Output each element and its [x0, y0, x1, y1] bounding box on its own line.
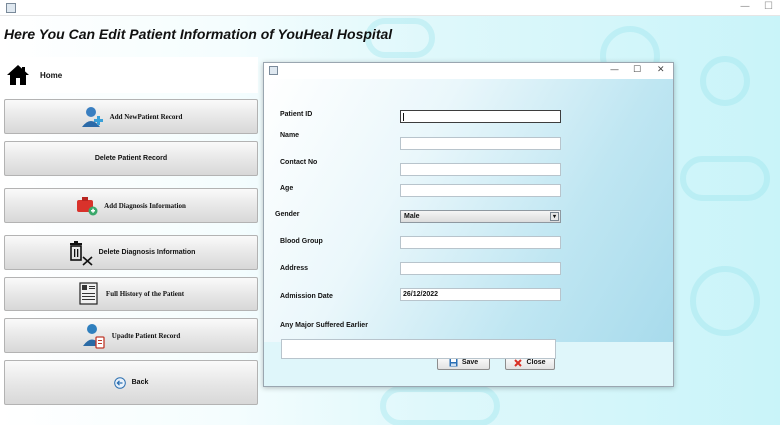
dialog-titlebar: — ☐ ✕	[264, 63, 673, 79]
back-button[interactable]: Back	[4, 360, 258, 405]
close-button-label: Close	[526, 359, 546, 366]
gender-select[interactable]: Male ▾	[400, 210, 561, 223]
admission-date-input[interactable]: 26/12/2022	[400, 288, 561, 301]
decor-shape	[680, 156, 770, 201]
java-app-icon	[6, 3, 16, 13]
delete-diagnosis-button[interactable]: Delete Diagnosis Information	[4, 235, 258, 270]
patient-id-label: Patient ID	[280, 111, 313, 118]
page-title: Here You Can Edit Patient Information of…	[4, 26, 393, 42]
home-icon	[7, 65, 29, 85]
gender-label: Gender	[275, 211, 300, 218]
gender-selected-value: Male	[404, 213, 420, 220]
age-label: Age	[280, 185, 294, 192]
sidebar-button-label: Back	[131, 379, 149, 386]
sidebar-button-label: Add NewPatient Record	[109, 112, 183, 121]
dialog-maximize-button[interactable]: ☐	[633, 65, 641, 75]
window-titlebar: — ☐	[0, 0, 780, 16]
window-maximize-button[interactable]: ☐	[764, 1, 773, 12]
sidebar-button-label: Upadte Patient Record	[111, 331, 181, 340]
dialog-close-button[interactable]: ✕	[657, 65, 665, 75]
dialog-form: Patient ID Name Contact No Age Gender Ma…	[264, 79, 673, 342]
contact-no-label: Contact No	[280, 159, 318, 166]
address-label: Address	[280, 265, 309, 272]
update-patient-icon	[82, 323, 105, 349]
text-caret	[403, 113, 404, 121]
blood-group-label: Blood Group	[280, 238, 323, 245]
sidebar-button-label: Add Diagnosis Information	[104, 201, 186, 210]
decor-shape	[380, 386, 500, 425]
java-app-icon	[269, 66, 278, 75]
delete-bin-icon	[69, 240, 93, 266]
save-button-label: Save	[461, 359, 479, 366]
sidebar-button-label: Delete Diagnosis Information	[98, 249, 196, 256]
name-input[interactable]	[400, 137, 561, 150]
decor-shape	[690, 266, 760, 336]
back-arrow-icon	[113, 376, 126, 389]
name-label: Name	[280, 132, 300, 139]
edit-patient-dialog: — ☐ ✕ Patient ID Name Contact No Age Gen…	[263, 62, 674, 387]
window-minimize-button[interactable]: —	[740, 1, 750, 12]
close-icon	[514, 358, 523, 367]
decor-shape	[700, 56, 750, 106]
admission-date-label: Admission Date	[280, 293, 333, 300]
sidebar-button-label: Full History of the Patient	[105, 290, 185, 298]
history-icon	[79, 282, 98, 305]
age-input[interactable]	[400, 184, 561, 197]
add-diagnosis-button[interactable]: Add Diagnosis Information	[4, 188, 258, 223]
home-link[interactable]: Home	[0, 57, 258, 93]
home-label: Home	[40, 71, 63, 80]
add-new-patient-button[interactable]: Add NewPatient Record	[4, 99, 258, 134]
save-icon	[449, 358, 458, 367]
full-history-button[interactable]: Full History of the Patient	[4, 277, 258, 311]
major-suffered-input[interactable]	[281, 339, 556, 359]
sidebar-button-label: Delete Patient Record	[94, 155, 168, 162]
delete-patient-button[interactable]: Delete Patient Record	[4, 141, 258, 176]
chevron-down-icon[interactable]: ▾	[550, 212, 559, 221]
dialog-minimize-button[interactable]: —	[610, 65, 619, 75]
patient-id-input[interactable]	[400, 110, 561, 123]
update-patient-button[interactable]: Upadte Patient Record	[4, 318, 258, 353]
address-input[interactable]	[400, 262, 561, 275]
contact-no-input[interactable]	[400, 163, 561, 176]
add-diagnosis-icon	[77, 196, 98, 215]
blood-group-input[interactable]	[400, 236, 561, 249]
major-suffered-label: Any Major Suffered Earlier	[280, 322, 368, 329]
add-patient-icon	[81, 106, 103, 127]
